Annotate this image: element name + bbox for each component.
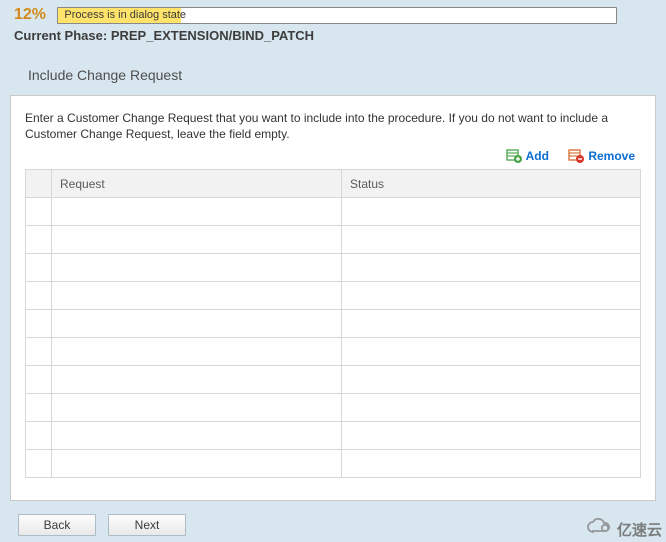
- row-selector-cell[interactable]: [26, 226, 52, 254]
- row-selector-cell[interactable]: [26, 366, 52, 394]
- table-row[interactable]: [26, 310, 641, 338]
- phase-value: PREP_EXTENSION/BIND_PATCH: [111, 28, 314, 43]
- remove-button[interactable]: Remove: [568, 148, 635, 163]
- back-button[interactable]: Back: [18, 514, 96, 536]
- row-selector-cell[interactable]: [26, 254, 52, 282]
- table-toolbar: Add Remove: [25, 148, 641, 169]
- status-cell[interactable]: [342, 198, 641, 226]
- progress-percent: 12%: [14, 6, 46, 24]
- request-cell[interactable]: [52, 450, 342, 478]
- row-selector-cell[interactable]: [26, 198, 52, 226]
- request-cell[interactable]: [52, 310, 342, 338]
- add-icon: [506, 148, 522, 163]
- request-cell[interactable]: [52, 422, 342, 450]
- phase-label: Current Phase:: [14, 28, 107, 43]
- table-row[interactable]: [26, 338, 641, 366]
- row-selector-cell[interactable]: [26, 282, 52, 310]
- add-label: Add: [526, 149, 549, 163]
- next-button[interactable]: Next: [108, 514, 186, 536]
- watermark-text: 亿速云: [617, 519, 662, 540]
- row-selector-cell[interactable]: [26, 310, 52, 338]
- status-cell[interactable]: [342, 394, 641, 422]
- remove-label: Remove: [588, 149, 635, 163]
- column-status: Status: [342, 170, 641, 198]
- main-panel: Enter a Customer Change Request that you…: [10, 95, 656, 501]
- column-selector: [26, 170, 52, 198]
- column-request: Request: [52, 170, 342, 198]
- status-cell[interactable]: [342, 310, 641, 338]
- add-button[interactable]: Add: [506, 148, 549, 163]
- request-cell[interactable]: [52, 282, 342, 310]
- row-selector-cell[interactable]: [26, 338, 52, 366]
- status-cell[interactable]: [342, 282, 641, 310]
- footer-bar: Back Next: [0, 508, 666, 542]
- request-cell[interactable]: [52, 198, 342, 226]
- table-row[interactable]: [26, 226, 641, 254]
- change-request-table: Request Status: [25, 169, 641, 478]
- request-cell[interactable]: [52, 394, 342, 422]
- table-row[interactable]: [26, 366, 641, 394]
- watermark: 亿速云: [585, 518, 662, 540]
- status-cell[interactable]: [342, 226, 641, 254]
- current-phase: Current Phase: PREP_EXTENSION/BIND_PATCH: [0, 26, 666, 49]
- row-selector-cell[interactable]: [26, 450, 52, 478]
- table-row[interactable]: [26, 198, 641, 226]
- status-cell[interactable]: [342, 338, 641, 366]
- status-cell[interactable]: [342, 366, 641, 394]
- request-cell[interactable]: [52, 254, 342, 282]
- section-title: Include Change Request: [0, 49, 666, 95]
- request-cell[interactable]: [52, 366, 342, 394]
- row-selector-cell[interactable]: [26, 422, 52, 450]
- row-selector-cell[interactable]: [26, 394, 52, 422]
- status-cell[interactable]: [342, 422, 641, 450]
- status-pill: Process is in dialog state: [57, 7, 617, 24]
- table-row[interactable]: [26, 422, 641, 450]
- request-cell[interactable]: [52, 226, 342, 254]
- remove-icon: [568, 148, 584, 163]
- table-header-row: Request Status: [26, 170, 641, 198]
- table-row[interactable]: [26, 282, 641, 310]
- instruction-text: Enter a Customer Change Request that you…: [25, 110, 641, 142]
- cloud-icon: [585, 518, 613, 540]
- status-cell[interactable]: [342, 450, 641, 478]
- table-row[interactable]: [26, 254, 641, 282]
- request-cell[interactable]: [52, 338, 342, 366]
- status-cell[interactable]: [342, 254, 641, 282]
- table-row[interactable]: [26, 394, 641, 422]
- table-row[interactable]: [26, 450, 641, 478]
- header-bar: 12% Process is in dialog state: [0, 0, 666, 26]
